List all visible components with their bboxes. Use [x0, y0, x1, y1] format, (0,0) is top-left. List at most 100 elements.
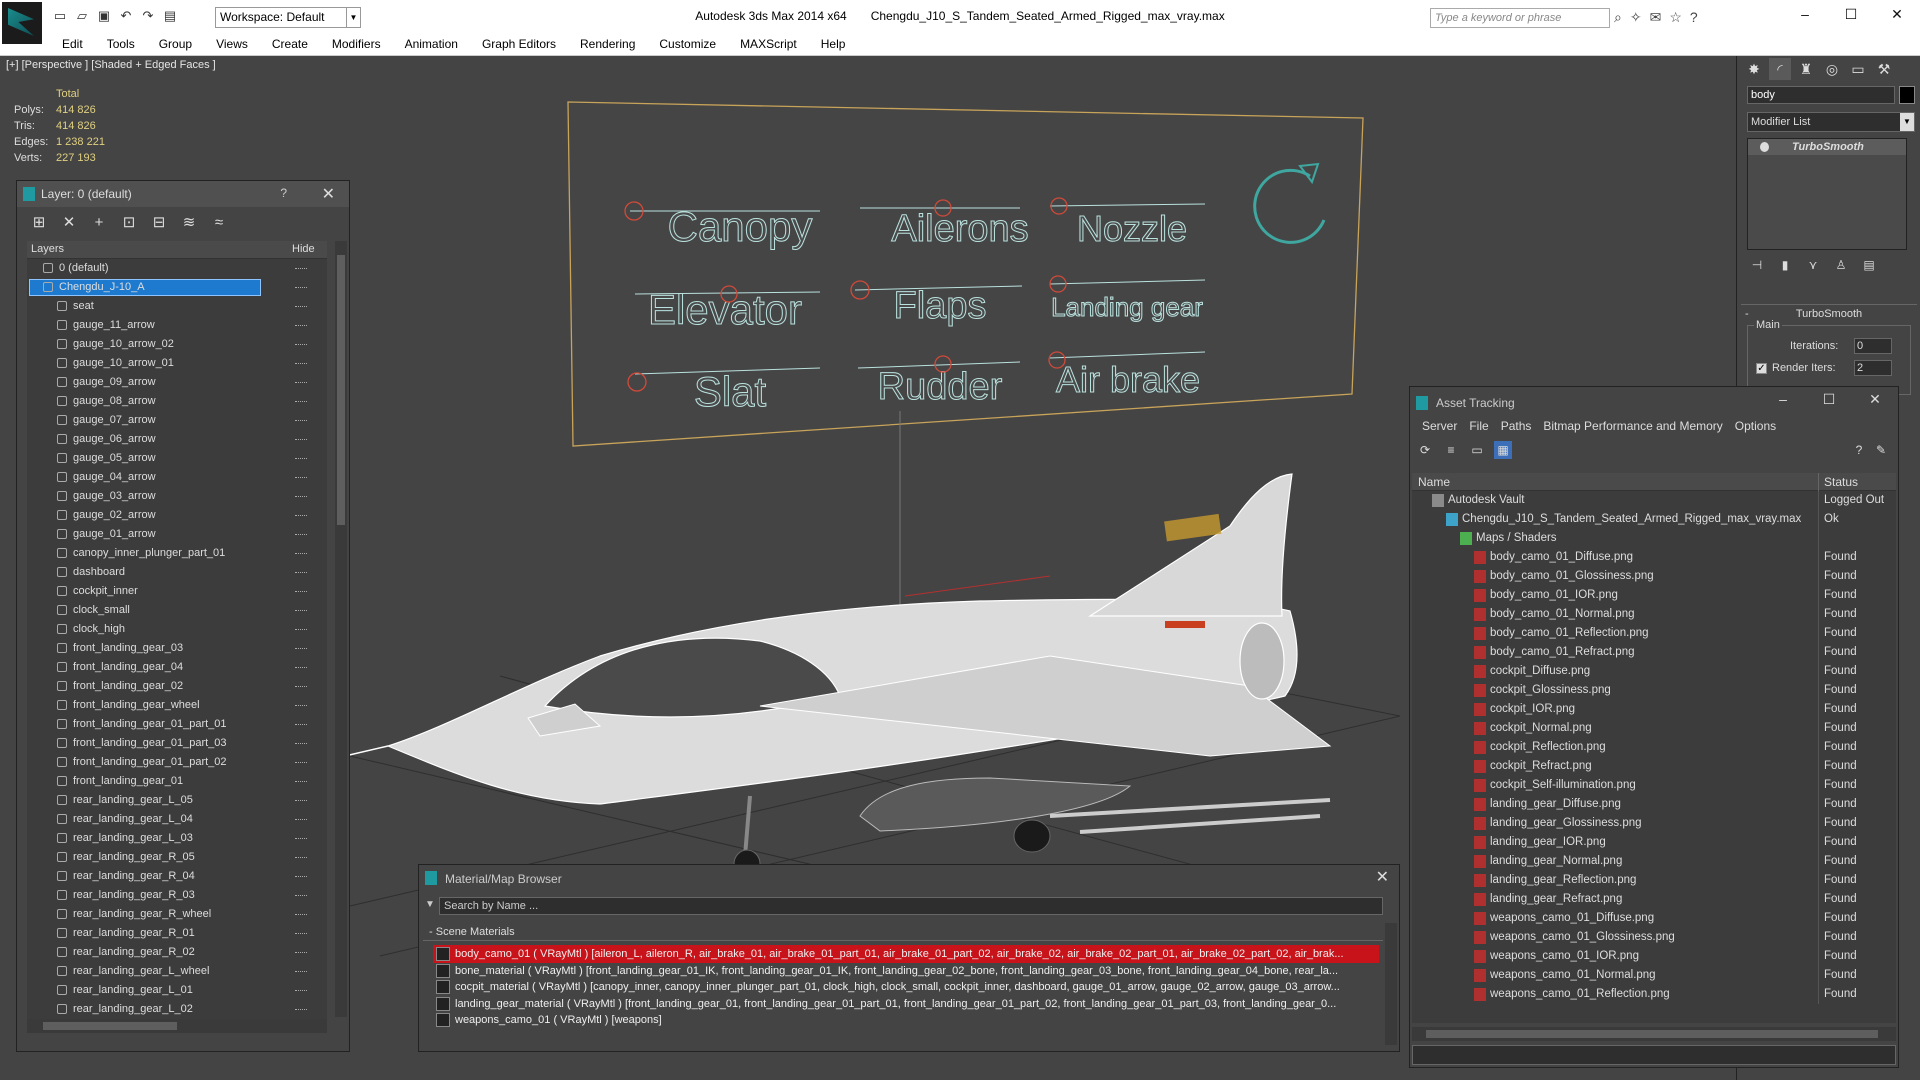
modifier-stack-item[interactable]: TurboSmooth — [1748, 139, 1906, 155]
table-row[interactable]: Autodesk Vault Logged Out — [1412, 491, 1896, 510]
app-menu-button[interactable] — [2, 2, 42, 44]
project-folder-icon[interactable]: ▤ — [162, 8, 178, 24]
menu-item-graph-editors[interactable]: Graph Editors — [470, 37, 568, 51]
layer-row[interactable]: rear_landing_gear_R_02 — [27, 943, 327, 962]
material-scrollbar[interactable] — [1385, 923, 1397, 1045]
modifier-list-dropdown[interactable]: Modifier List ▼ — [1747, 112, 1915, 132]
hide-toggle[interactable] — [295, 743, 307, 744]
menu-item-rendering[interactable]: Rendering — [568, 37, 647, 51]
asset-menu-server[interactable]: Server — [1416, 417, 1463, 437]
layer-row[interactable]: front_landing_gear_01_part_02 — [27, 753, 327, 772]
hide-toggle[interactable] — [295, 477, 307, 478]
hide-toggle[interactable] — [295, 876, 307, 877]
hide-toggle[interactable] — [295, 914, 307, 915]
make-unique-icon[interactable]: ⋎ — [1803, 256, 1823, 274]
menu-item-customize[interactable]: Customize — [647, 37, 728, 51]
hide-toggle[interactable] — [295, 648, 307, 649]
motion-tab-icon[interactable]: ◎ — [1821, 58, 1843, 80]
lightbulb-icon[interactable] — [1760, 142, 1769, 152]
hide-toggle[interactable] — [295, 781, 307, 782]
table-row[interactable]: landing_gear_Refract.png Found — [1412, 890, 1896, 909]
hide-toggle[interactable] — [295, 971, 307, 972]
remove-modifier-icon[interactable]: ♙ — [1831, 256, 1851, 274]
layer-row[interactable]: gauge_05_arrow — [27, 449, 327, 468]
table-row[interactable]: cockpit_Refract.png Found — [1412, 757, 1896, 776]
table-row[interactable]: cockpit_Glossiness.png Found — [1412, 681, 1896, 700]
layer-row[interactable]: rear_landing_gear_R_04 — [27, 867, 327, 886]
table-row[interactable]: weapons_camo_01_Reflection.png Found — [1412, 985, 1896, 1004]
search-input[interactable]: Type a keyword or phrase — [1430, 8, 1610, 28]
list-view-icon[interactable]: ≡ — [1442, 441, 1460, 459]
hide-toggle[interactable] — [295, 724, 307, 725]
display-tab-icon[interactable]: ▭ — [1847, 58, 1869, 80]
layer-row[interactable]: cockpit_inner — [27, 582, 327, 601]
menu-item-views[interactable]: Views — [204, 37, 260, 51]
render-iters-checkbox[interactable]: ✓ — [1756, 363, 1767, 374]
utilities-tab-icon[interactable]: ⚒ — [1873, 58, 1895, 80]
menu-item-edit[interactable]: Edit — [50, 37, 95, 51]
redo-icon[interactable]: ↷ — [140, 8, 156, 24]
hide-toggle[interactable] — [295, 610, 307, 611]
object-name-field[interactable]: body — [1747, 86, 1895, 104]
table-row[interactable]: cockpit_Normal.png Found — [1412, 719, 1896, 738]
layer-row[interactable]: front_landing_gear_04 — [27, 658, 327, 677]
menu-item-animation[interactable]: Animation — [393, 37, 470, 51]
help-icon[interactable]: ? — [1850, 441, 1868, 459]
menu-item-help[interactable]: Help — [809, 37, 858, 51]
hide-toggle[interactable] — [295, 287, 307, 288]
hide-toggle[interactable] — [295, 990, 307, 991]
table-row[interactable]: landing_gear_Normal.png Found — [1412, 852, 1896, 871]
layer-row[interactable]: gauge_10_arrow_01 — [27, 354, 327, 373]
layer-row[interactable]: front_landing_gear_02 — [27, 677, 327, 696]
hide-toggle[interactable] — [295, 1009, 307, 1010]
delete-layer-icon[interactable]: ✕ — [59, 213, 79, 233]
layer-row[interactable]: gauge_07_arrow — [27, 411, 327, 430]
hide-toggle[interactable] — [295, 268, 307, 269]
hide-all-icon[interactable]: ≋ — [179, 213, 199, 233]
create-layer-icon[interactable]: ⊞ — [29, 213, 49, 233]
table-row[interactable]: body_camo_01_Refract.png Found — [1412, 643, 1896, 662]
layer-row[interactable]: rear_landing_gear_R_wheel — [27, 905, 327, 924]
table-row[interactable]: cockpit_IOR.png Found — [1412, 700, 1896, 719]
hide-toggle[interactable] — [295, 363, 307, 364]
hide-toggle[interactable] — [295, 496, 307, 497]
help-button[interactable]: ? — [280, 186, 287, 200]
layer-row[interactable]: rear_landing_gear_L_01 — [27, 981, 327, 1000]
material-item[interactable]: bone_material ( VRayMtl ) [front_landing… — [433, 962, 1379, 980]
table-row[interactable]: weapons_camo_01_Diffuse.png Found — [1412, 909, 1896, 928]
table-row[interactable]: weapons_camo_01_IOR.png Found — [1412, 947, 1896, 966]
table-row[interactable]: Maps / Shaders — [1412, 529, 1896, 548]
layer-row[interactable]: front_landing_gear_01 — [27, 772, 327, 791]
material-item[interactable]: weapons_camo_01 ( VRayMtl ) [weapons] — [433, 1011, 1379, 1029]
open-file-icon[interactable]: ▱ — [74, 8, 90, 24]
iterations-spinner[interactable]: 0 — [1854, 338, 1892, 354]
layer-row[interactable]: gauge_08_arrow — [27, 392, 327, 411]
layer-row[interactable]: clock_small — [27, 601, 327, 620]
table-row[interactable]: weapons_camo_01_Glossiness.png Found — [1412, 928, 1896, 947]
close-button[interactable]: ✕ — [1852, 391, 1898, 408]
create-tab-icon[interactable]: ✸ — [1743, 58, 1765, 80]
table-row[interactable]: body_camo_01_Glossiness.png Found — [1412, 567, 1896, 586]
hide-toggle[interactable] — [295, 591, 307, 592]
select-objects-icon[interactable]: ⊡ — [119, 213, 139, 233]
modify-tab-icon[interactable]: ◜ — [1769, 58, 1791, 80]
show-end-result-icon[interactable]: ▮ — [1775, 256, 1795, 274]
scroll-thumb[interactable] — [1426, 1030, 1878, 1038]
layer-row[interactable]: rear_landing_gear_R_01 — [27, 924, 327, 943]
layer-row[interactable]: front_landing_gear_01_part_01 — [27, 715, 327, 734]
material-browser-header[interactable]: Material/Map Browser ✕ — [419, 865, 1399, 891]
hide-toggle[interactable] — [295, 705, 307, 706]
hide-toggle[interactable] — [295, 857, 307, 858]
hide-toggle[interactable] — [295, 686, 307, 687]
layer-row[interactable]: seat — [27, 297, 327, 316]
layer-hscrollbar[interactable] — [27, 1019, 327, 1033]
hide-toggle[interactable] — [295, 572, 307, 573]
menu-item-maxscript[interactable]: MAXScript — [728, 37, 809, 51]
scroll-thumb[interactable] — [337, 255, 345, 525]
maximize-button[interactable]: ☐ — [1806, 391, 1852, 408]
col-name[interactable]: Name — [1418, 475, 1450, 489]
material-item[interactable]: cocpit_material ( VRayMtl ) [canopy_inne… — [433, 978, 1379, 996]
layer-row[interactable]: gauge_02_arrow — [27, 506, 327, 525]
table-row[interactable]: landing_gear_Glossiness.png Found — [1412, 814, 1896, 833]
asset-hscrollbar[interactable] — [1412, 1027, 1896, 1041]
